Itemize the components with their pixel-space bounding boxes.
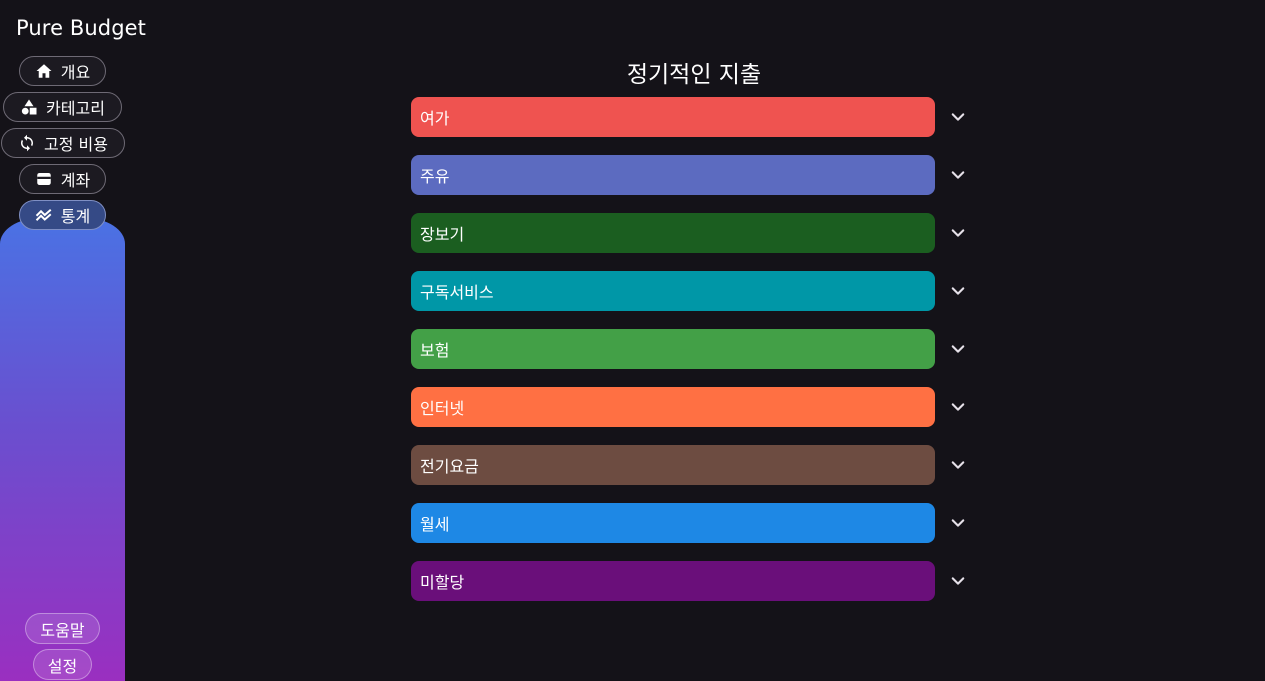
nav-categories-label: 카테고리 [46, 99, 105, 118]
category-bar[interactable]: 장보기 [411, 213, 935, 253]
nav-overview-button[interactable]: 개요 [19, 56, 106, 86]
nav-overview-label: 개요 [60, 63, 91, 82]
category-bar[interactable]: 주유 [411, 155, 935, 195]
category-bar[interactable]: 여가 [411, 97, 935, 137]
category-row: 인터넷 [411, 387, 977, 427]
chevron-down-icon[interactable] [949, 514, 967, 532]
category-row: 주유 [411, 155, 977, 195]
nav-statistics-label: 통계 [60, 207, 91, 226]
category-name: 장보기 [420, 225, 465, 244]
settings-button[interactable]: 설정 [33, 649, 92, 680]
sidebar-gradient-background [0, 218, 125, 681]
category-bar[interactable]: 미할당 [411, 561, 935, 601]
trending-icon [35, 209, 52, 221]
category-bar[interactable]: 보험 [411, 329, 935, 369]
chevron-down-icon[interactable] [949, 166, 967, 184]
nav-fixed-costs-button[interactable]: 고정 비용 [1, 128, 125, 158]
chevron-down-icon[interactable] [949, 108, 967, 126]
sidebar: Pure Budget 개요 카테고리 고정 비용 계좌 통계 도움말 설정 [0, 0, 146, 681]
wallet-icon [37, 173, 51, 185]
category-name: 주유 [420, 167, 450, 186]
page-title: 정기적인 지출 [626, 62, 762, 88]
category-name: 인터넷 [420, 399, 465, 418]
sync-icon [21, 134, 34, 152]
nav-fixed-costs-label: 고정 비용 [44, 135, 108, 154]
help-label: 도움말 [40, 620, 85, 640]
category-name: 구독서비스 [420, 283, 494, 302]
chevron-down-icon[interactable] [949, 224, 967, 242]
shapes-icon [21, 99, 37, 115]
category-row: 미할당 [411, 561, 977, 601]
nav-statistics-button[interactable]: 통계 [19, 200, 106, 230]
chevron-down-icon[interactable] [949, 572, 967, 590]
category-row: 장보기 [411, 213, 977, 253]
category-row: 전기요금 [411, 445, 977, 485]
chevron-down-icon[interactable] [949, 340, 967, 358]
category-bar[interactable]: 전기요금 [411, 445, 935, 485]
category-row: 여가 [411, 97, 977, 137]
chevron-down-icon[interactable] [949, 282, 967, 300]
nav-categories-button[interactable]: 카테고리 [3, 92, 122, 122]
app-title: Pure Budget [16, 16, 147, 40]
nav-accounts-label: 계좌 [60, 171, 91, 190]
home-icon [36, 64, 52, 78]
chevron-down-icon[interactable] [949, 398, 967, 416]
category-bar[interactable]: 월세 [411, 503, 935, 543]
category-name: 보험 [420, 341, 450, 360]
nav-accounts-button[interactable]: 계좌 [19, 164, 106, 194]
category-row: 월세 [411, 503, 977, 543]
category-row: 보험 [411, 329, 977, 369]
category-row: 구독서비스 [411, 271, 977, 311]
category-name: 전기요금 [420, 457, 479, 476]
chevron-down-icon[interactable] [949, 456, 967, 474]
category-name: 미할당 [420, 573, 465, 592]
settings-label: 설정 [47, 656, 78, 676]
category-bar[interactable]: 구독서비스 [411, 271, 935, 311]
category-bar[interactable]: 인터넷 [411, 387, 935, 427]
category-name: 월세 [420, 515, 450, 534]
category-name: 여가 [420, 109, 450, 128]
help-button[interactable]: 도움말 [25, 613, 100, 644]
